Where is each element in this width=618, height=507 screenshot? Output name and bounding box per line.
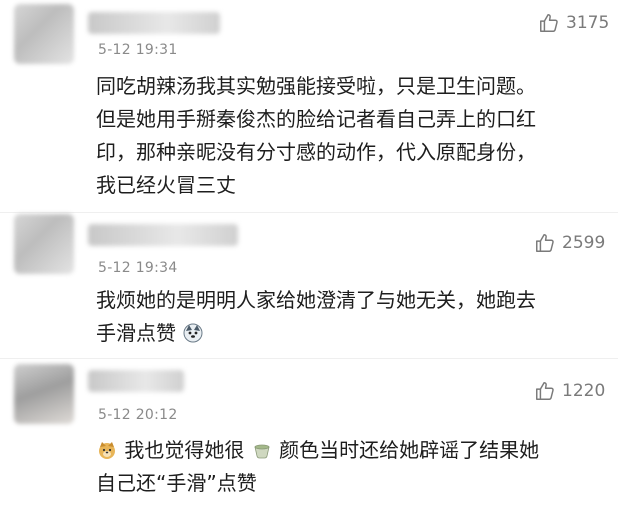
comment-line: 手滑点赞 xyxy=(96,317,604,350)
thumbs-up-icon xyxy=(536,234,554,252)
comment-time: 5-12 20:12 xyxy=(98,407,178,423)
like-button[interactable]: 3175 xyxy=(538,12,609,34)
comment-time: 5-12 19:31 xyxy=(98,42,178,58)
comment-line-text: 我也觉得她很 xyxy=(124,438,245,462)
like-count: 1220 xyxy=(562,381,606,401)
comment-line: 我烦她的是明明人家给她澄清了与她无关，她跑去 xyxy=(96,288,536,312)
username[interactable] xyxy=(88,224,238,246)
comment-time: 5-12 19:34 xyxy=(98,260,178,276)
comment-line: 我已经火冒三丈 xyxy=(96,173,236,197)
comment-line: 印，那种亲昵没有分寸感的动作，代入原配身份， xyxy=(96,140,536,164)
comment-text: 同吃胡辣汤我其实勉强能接受啦，只是卫生问题。 但是她用手掰秦俊杰的脸给记者看自己… xyxy=(96,70,604,202)
thumbs-up-icon xyxy=(540,14,558,32)
divider xyxy=(0,358,618,359)
doge-emoji xyxy=(99,442,115,459)
comment-feed: 5-12 19:31 3175 同吃胡辣汤我其实勉强能接受啦，只是卫生问题。 但… xyxy=(0,0,618,507)
avatar[interactable] xyxy=(14,214,74,274)
username[interactable] xyxy=(88,370,184,392)
comment-line-text: 手滑点赞 xyxy=(96,321,176,345)
avatar[interactable] xyxy=(14,4,74,64)
comment-line-text: 颜色当时还给她辟谣了结果她 xyxy=(279,438,540,462)
comment-text: 我也觉得她很 颜色当时还给她辟谣了结果她 自己还“手滑”点赞 xyxy=(96,434,604,500)
username[interactable] xyxy=(88,12,220,34)
green-tea-emoji xyxy=(254,444,270,459)
like-count: 3175 xyxy=(566,13,610,33)
avatar[interactable] xyxy=(14,364,74,424)
thumbs-up-icon xyxy=(536,382,554,400)
comment-line: 同吃胡辣汤我其实勉强能接受啦，只是卫生问题。 xyxy=(96,74,536,98)
comment-text: 我烦她的是明明人家给她澄清了与她无关，她跑去 手滑点赞 xyxy=(96,284,604,350)
like-count: 2599 xyxy=(562,233,606,253)
like-button[interactable]: 2599 xyxy=(534,232,605,254)
like-button[interactable]: 1220 xyxy=(534,380,605,402)
comment-line: 自己还“手滑”点赞 xyxy=(96,471,257,495)
husky-emoji xyxy=(183,323,203,343)
comment-line: 我也觉得她很 颜色当时还给她辟谣了结果她 xyxy=(96,434,604,467)
divider xyxy=(0,212,618,213)
comment-line: 但是她用手掰秦俊杰的脸给记者看自己弄上的口红 xyxy=(96,107,536,131)
